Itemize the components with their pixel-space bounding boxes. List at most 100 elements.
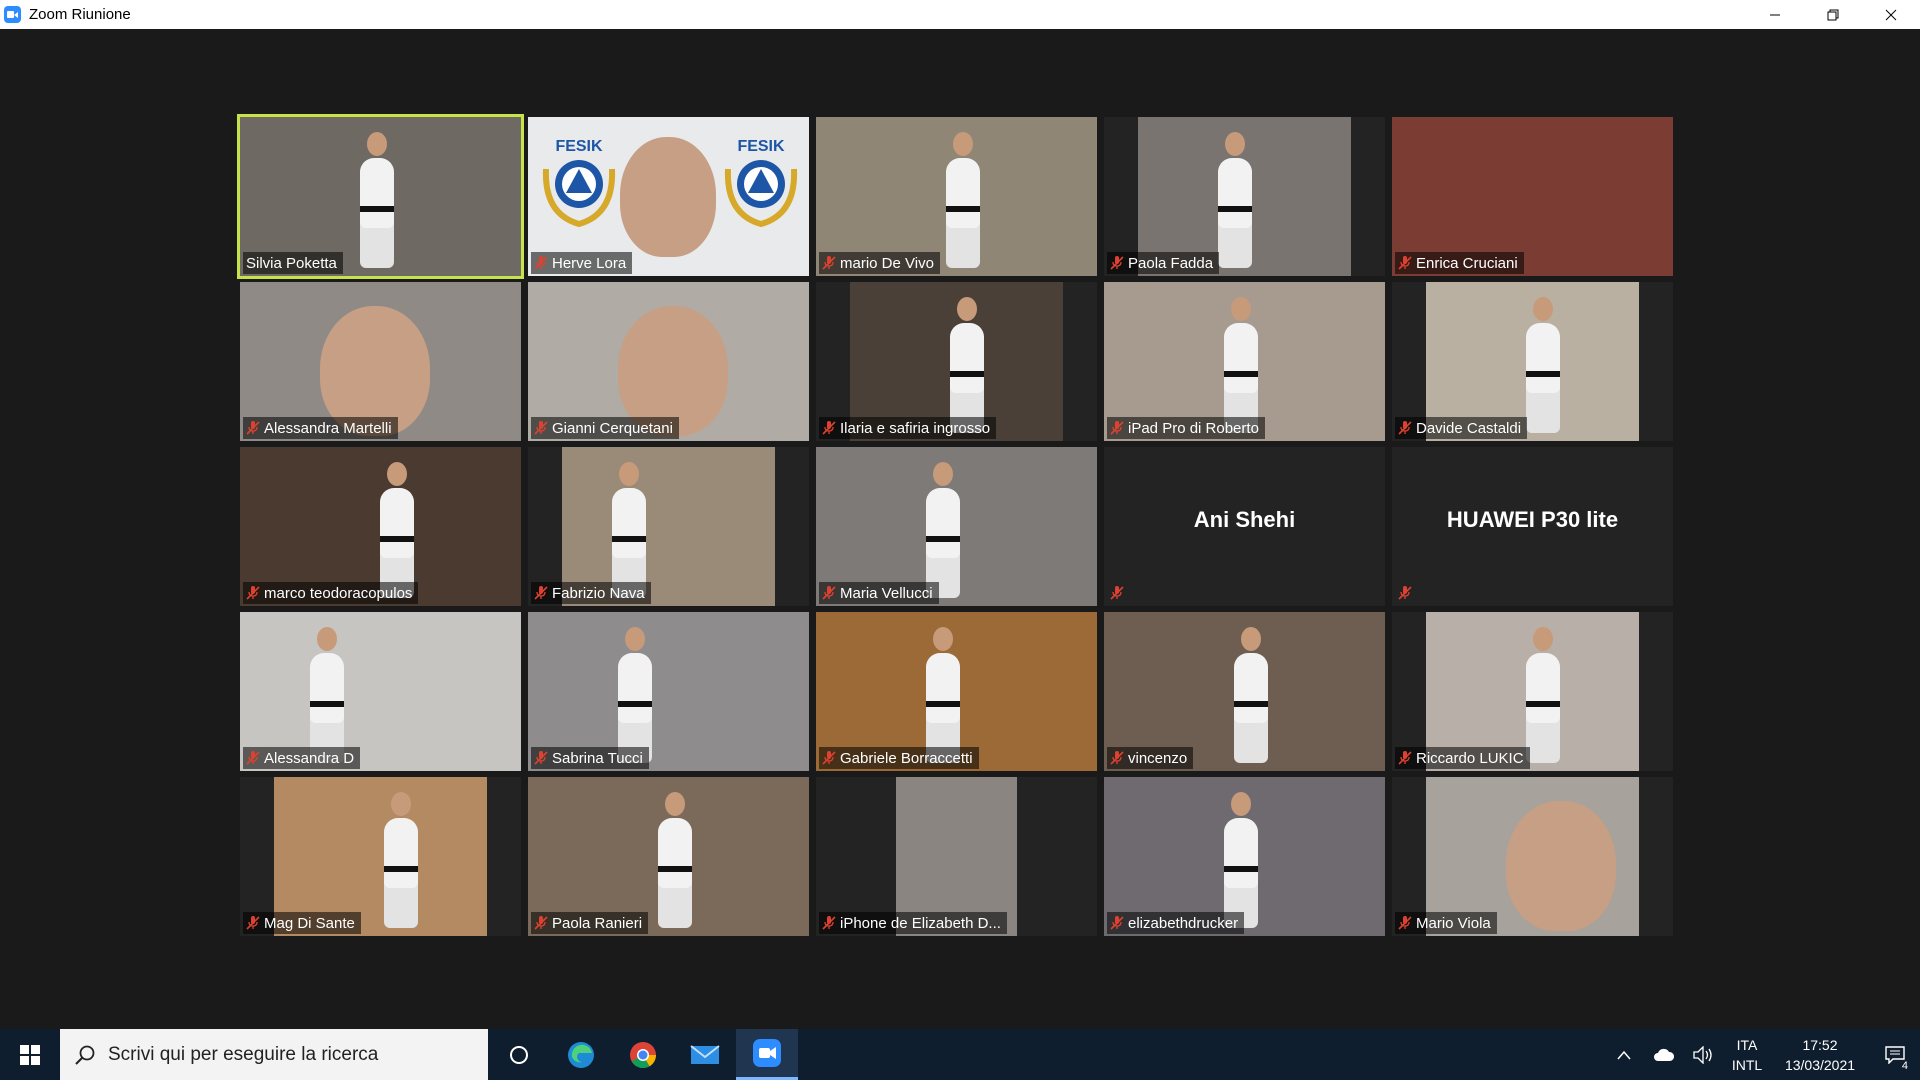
participant-name-bar: Alessandra D <box>243 747 361 769</box>
participant-figure <box>1234 627 1268 763</box>
participant-name-bar: Maria Vellucci <box>819 582 939 604</box>
participant-tile[interactable]: Davide Castaldi <box>1392 282 1673 441</box>
participant-name: Davide Castaldi <box>1416 419 1522 437</box>
mic-muted-icon <box>822 256 836 270</box>
mic-muted-icon <box>534 256 548 270</box>
taskbar-search-box[interactable]: Scrivi qui per eseguire la ricerca <box>60 1029 488 1080</box>
onedrive-button[interactable] <box>1644 1029 1684 1080</box>
action-center-button[interactable]: 4 <box>1870 1029 1920 1080</box>
participant-name-bar: Gianni Cerquetani <box>531 417 679 439</box>
fesik-logo-icon: FESIK <box>724 138 798 228</box>
svg-text:FESIK: FESIK <box>737 138 785 155</box>
search-placeholder: Scrivi qui per eseguire la ricerca <box>108 1043 379 1065</box>
minimize-button[interactable] <box>1746 0 1804 29</box>
participant-tile[interactable]: Paola Ranieri <box>528 777 809 936</box>
svg-text:FESIK: FESIK <box>555 138 603 155</box>
participant-name-bar: Paola Ranieri <box>531 912 649 934</box>
participant-tile[interactable]: HUAWEI P30 lite <box>1392 447 1673 606</box>
clock-date: 13/03/2021 <box>1784 1056 1856 1073</box>
start-button[interactable] <box>0 1029 60 1080</box>
mic-muted-icon <box>246 751 260 765</box>
participant-tile[interactable]: vincenzo <box>1104 612 1385 771</box>
mic-muted-icon <box>1398 916 1412 930</box>
participant-tile[interactable]: marco teodoracopulos <box>240 447 521 606</box>
participant-tile[interactable]: Ani Shehi <box>1104 447 1385 606</box>
cortana-button[interactable] <box>488 1029 550 1080</box>
participant-name: iPhone de Elizabeth D... <box>840 914 1001 932</box>
input-language-button[interactable]: ITA INTL <box>1724 1029 1770 1080</box>
mic-muted-icon <box>1110 256 1124 270</box>
participant-name: elizabethdrucker <box>1128 914 1239 932</box>
participant-face <box>620 137 716 257</box>
participant-tile[interactable]: Alessandra Martelli <box>240 282 521 441</box>
fesik-logo-icon: FESIK <box>542 138 616 228</box>
chrome-button[interactable] <box>612 1029 674 1080</box>
volume-button[interactable] <box>1684 1029 1724 1080</box>
participant-figure <box>384 792 418 928</box>
participant-tile[interactable]: mario De Vivo <box>816 117 1097 276</box>
system-tray: ITA INTL 17:52 13/03/2021 4 <box>1604 1029 1920 1080</box>
mail-icon <box>690 1044 720 1064</box>
show-hidden-icons-button[interactable] <box>1604 1029 1644 1080</box>
participant-name-bar <box>1395 582 1418 604</box>
mic-muted-icon <box>1110 586 1124 600</box>
participant-name: Silvia Poketta <box>246 254 337 272</box>
participant-tile[interactable]: iPhone de Elizabeth D... <box>816 777 1097 936</box>
participant-display-name: HUAWEI P30 lite <box>1446 507 1619 532</box>
participant-tile[interactable]: Sabrina Tucci <box>528 612 809 771</box>
mic-muted-icon <box>822 916 836 930</box>
participant-tile[interactable]: Maria Vellucci <box>816 447 1097 606</box>
participant-tile[interactable]: Alessandra D <box>240 612 521 771</box>
participant-name-bar: Herve Lora <box>531 252 633 274</box>
participant-name: Alessandra Martelli <box>264 419 392 437</box>
participant-tile[interactable]: Mag Di Sante <box>240 777 521 936</box>
participant-display-name: Ani Shehi <box>1193 507 1296 532</box>
participant-tile[interactable]: Silvia Poketta <box>237 114 524 279</box>
participant-name-bar: iPad Pro di Roberto <box>1107 417 1265 439</box>
mic-muted-icon <box>534 421 548 435</box>
close-icon <box>1885 9 1897 20</box>
participant-tile[interactable]: Enrica Cruciani <box>1392 117 1673 276</box>
participant-tile[interactable]: FESIK FESIK Herve Lora <box>528 117 809 276</box>
participant-name: Maria Vellucci <box>840 584 933 602</box>
mail-button[interactable] <box>674 1029 736 1080</box>
zoom-taskbar-button[interactable] <box>736 1029 798 1080</box>
participant-tile[interactable]: iPad Pro di Roberto <box>1104 282 1385 441</box>
participant-tile[interactable]: Paola Fadda <box>1104 117 1385 276</box>
participant-name: Enrica Cruciani <box>1416 254 1518 272</box>
mic-muted-icon <box>822 421 836 435</box>
notification-count: 4 <box>1899 1060 1910 1072</box>
window-controls <box>1746 0 1920 29</box>
participant-figure <box>946 132 980 268</box>
participant-name-bar: Mag Di Sante <box>243 912 361 934</box>
participant-name: Fabrizio Nava <box>552 584 645 602</box>
window-titlebar: Zoom Riunione <box>0 0 1920 30</box>
participant-tile[interactable]: Ilaria e safiria ingrosso <box>816 282 1097 441</box>
participant-name: Herve Lora <box>552 254 627 272</box>
participant-name-bar: Davide Castaldi <box>1395 417 1528 439</box>
mic-muted-icon <box>534 751 548 765</box>
gallery-grid: Silvia Poketta FESIK FESIK Herve Lora mario … <box>237 114 1673 936</box>
chrome-icon <box>630 1041 657 1068</box>
edge-button[interactable] <box>550 1029 612 1080</box>
participant-name-bar: vincenzo <box>1107 747 1194 769</box>
mic-muted-icon <box>1110 751 1124 765</box>
participant-name-bar: Fabrizio Nava <box>531 582 651 604</box>
close-button[interactable] <box>1862 0 1920 29</box>
minimize-icon <box>1770 14 1780 15</box>
participant-tile[interactable]: Mario Viola <box>1392 777 1673 936</box>
participant-name-bar: elizabethdrucker <box>1107 912 1245 934</box>
mic-muted-icon <box>1398 586 1412 600</box>
zoom-icon <box>753 1039 781 1067</box>
cortana-icon <box>510 1045 528 1064</box>
participant-name: marco teodoracopulos <box>264 584 413 602</box>
mic-muted-icon <box>246 916 260 930</box>
participant-tile[interactable]: Fabrizio Nava <box>528 447 809 606</box>
clock[interactable]: 17:52 13/03/2021 <box>1770 1029 1870 1080</box>
participant-tile[interactable]: Gianni Cerquetani <box>528 282 809 441</box>
participant-tile[interactable]: elizabethdrucker <box>1104 777 1385 936</box>
participant-name: Ilaria e safiria ingrosso <box>840 419 991 437</box>
participant-tile[interactable]: Gabriele Borraccetti <box>816 612 1097 771</box>
restore-button[interactable] <box>1804 0 1862 29</box>
participant-tile[interactable]: Riccardo LUKIC <box>1392 612 1673 771</box>
